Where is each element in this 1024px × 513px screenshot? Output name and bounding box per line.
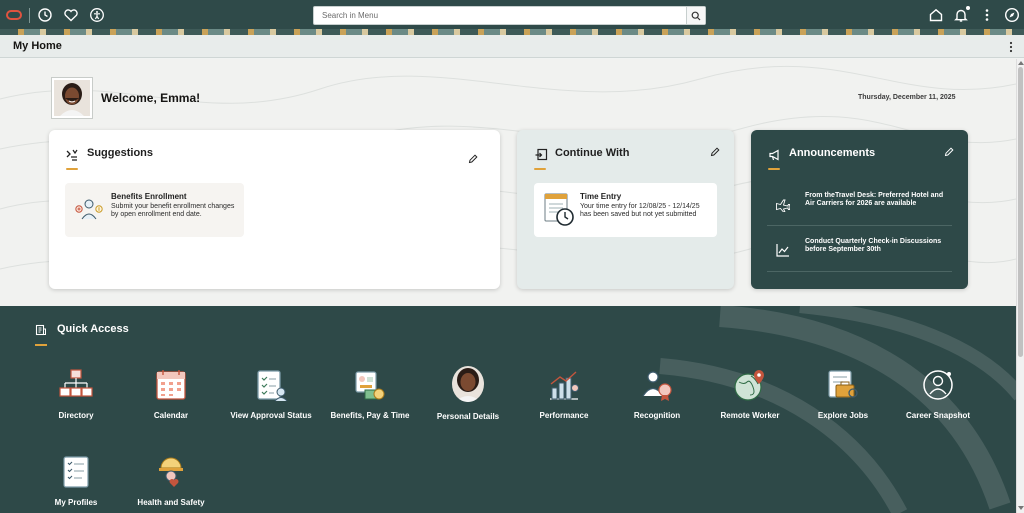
toolbar-divider [29,8,30,23]
edit-suggestions-pencil-icon[interactable] [468,151,478,164]
quick-access-my-profiles[interactable]: My Profiles [31,455,121,507]
avatar[interactable] [51,77,93,119]
quick-access-directory[interactable]: Directory [31,368,121,420]
page-header: My Home [0,35,1024,58]
quick-access-label: Directory [58,411,94,420]
recognition-icon [642,371,672,401]
navigator-compass-icon[interactable] [1004,7,1020,23]
settings-kebab-icon[interactable] [979,7,995,23]
quick-access-label: Performance [539,411,589,420]
favorites-heart-icon[interactable] [63,7,79,23]
megaphone-icon [769,149,779,161]
edit-announcements-pencil-icon[interactable] [944,144,954,157]
recent-items-clock-icon[interactable] [37,7,53,23]
approval-status-icon [257,370,288,402]
continue-time-entry[interactable]: Time Entry Your time entry for 12/08/25 … [534,183,717,237]
top-navigation-bar [0,0,1024,31]
continue-with-card: Continue With Time Entry Your time entry… [517,130,734,289]
scroll-down-arrow-icon[interactable] [1018,505,1024,511]
announcement-text: From theTravel Desk: Preferred Hotel and… [805,192,944,207]
quick-access-icon [35,324,46,336]
title-accent [768,168,780,170]
quick-access-label: Health and Safety [137,498,205,507]
current-date: Thursday, December 11, 2025 [858,94,956,101]
scroll-up-arrow-icon[interactable] [1018,60,1024,66]
search-button[interactable] [686,7,705,24]
time-entry-icon [544,193,574,226]
page-actions-kebab-icon[interactable] [1006,40,1016,54]
page-scrollbar[interactable] [1016,59,1024,513]
remote-worker-icon [734,370,764,401]
quick-access-health-safety[interactable]: Health and Safety [126,455,216,507]
announcement-item[interactable]: Conduct Quarterly Check-in Discussions b… [767,238,952,272]
title-accent [534,168,546,170]
continue-with-title: Continue With [555,147,630,159]
quick-access-label: View Approval Status [230,411,312,420]
personal-details-photo [452,366,484,402]
quick-access-career-snapshot[interactable]: Career Snapshot [893,368,983,420]
quick-access-explore-jobs[interactable]: Explore Jobs [798,368,888,420]
home-icon[interactable] [928,7,944,23]
search-box [313,6,706,25]
suggestions-title: Suggestions [87,147,154,159]
time-entry-title: Time Entry [580,192,622,201]
health-safety-icon [159,457,183,487]
chart-icon [776,244,789,257]
continue-with-icon [535,148,548,161]
suggestion-title: Benefits Enrollment [111,192,187,201]
quick-access-title: Quick Access [57,323,129,335]
edit-continue-with-pencil-icon[interactable] [710,144,720,157]
explore-jobs-icon [828,370,858,398]
quick-access-label: Career Snapshot [905,411,971,420]
quick-access-label: Calendar [153,411,189,420]
oracle-logo-icon[interactable] [6,7,22,23]
directory-icon [59,369,93,397]
announcement-item[interactable]: From theTravel Desk: Preferred Hotel and… [767,192,952,226]
search-icon [691,11,701,20]
quick-access-recognition[interactable]: Recognition [612,368,702,420]
announcements-card: Announcements From theTravel Desk: Prefe… [751,130,968,289]
search-input[interactable] [314,7,686,24]
welcome-message: Welcome, Emma! [101,91,201,105]
quick-access-performance[interactable]: Performance [519,368,609,420]
calendar-icon [156,370,186,400]
page-title: My Home [13,40,62,52]
quick-access-label: Recognition [633,411,681,420]
performance-icon [550,371,579,400]
suggestions-card: Suggestions Benefits Enrollment Submit y… [49,130,500,289]
quick-access-personal-details[interactable]: Personal Details [423,365,513,421]
benefits-pay-icon [355,371,385,400]
quick-access-label: Personal Details [436,412,500,421]
quick-access-benefits-pay-time[interactable]: Benefits, Pay & Time [325,368,415,420]
accessibility-icon[interactable] [89,7,105,23]
time-entry-description: Your time entry for 12/08/25 - 12/14/25 … [580,203,700,218]
suggestion-description: Submit your benefit enrollment changes b… [111,203,235,218]
scrollbar-thumb[interactable] [1018,67,1023,357]
my-profiles-icon [63,456,89,488]
quick-access-label: Explore Jobs [817,411,869,420]
suggestions-icon [66,149,78,161]
quick-access-view-approval-status[interactable]: View Approval Status [226,368,316,420]
airplane-icon [776,199,791,212]
quick-access-label: Remote Worker [720,411,780,420]
benefits-enrollment-icon [75,199,103,220]
quick-access-calendar[interactable]: Calendar [126,368,216,420]
quick-access-label: My Profiles [54,498,98,507]
announcement-text: Conduct Quarterly Check-in Discussions b… [805,238,942,253]
title-accent [35,344,47,346]
title-accent [66,168,78,170]
suggestion-benefits-enrollment[interactable]: Benefits Enrollment Submit your benefit … [65,183,244,237]
profile-photo [54,80,90,116]
career-snapshot-icon [923,370,953,400]
quick-access-label: Benefits, Pay & Time [330,411,410,420]
notification-indicator [966,6,970,10]
announcements-title: Announcements [789,147,876,159]
quick-access-remote-worker[interactable]: Remote Worker [705,368,795,420]
